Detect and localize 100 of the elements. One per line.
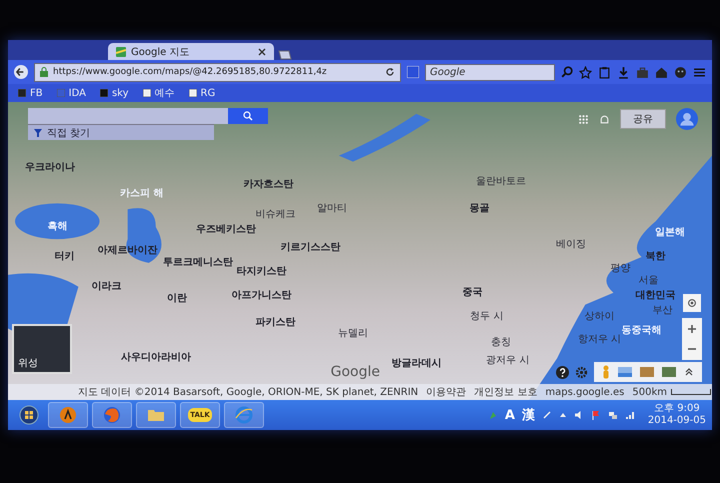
browser-tab[interactable]: Google 지도	[108, 43, 274, 60]
country-label: 우크라이나	[25, 162, 76, 173]
city-label: 청두 시	[470, 312, 504, 322]
city-label: 항저우 시	[578, 335, 621, 346]
bookmark[interactable]: IDA	[56, 88, 86, 98]
start-orb-icon	[19, 405, 39, 425]
tab-title: Google 지도	[131, 46, 190, 58]
country-label: 투르크메니스탄	[163, 258, 234, 268]
terms-link[interactable]: 이용약관	[426, 385, 466, 399]
country-label: 터키	[54, 252, 74, 262]
bookmark-icon	[188, 89, 197, 97]
lock-icon	[40, 67, 48, 77]
caret-icon[interactable]	[558, 411, 567, 419]
clipboard-icon[interactable]	[598, 66, 611, 78]
city-label: 베이징	[556, 240, 586, 250]
city-label: 충칭	[490, 338, 511, 348]
photo-thumbnail-icon[interactable]	[662, 367, 676, 377]
scale-bar-icon	[671, 389, 711, 395]
signal-icon[interactable]	[624, 410, 635, 420]
city-label: 비슈케크	[256, 210, 296, 220]
country-label: 타지키스탄	[236, 266, 286, 277]
google-logo: Google	[330, 364, 380, 380]
taskbar-button[interactable]	[92, 402, 132, 428]
bookmark[interactable]: 예수	[142, 86, 175, 100]
country-label: 방글라데시	[391, 359, 442, 370]
sea-label: 카스피 해	[120, 189, 164, 200]
reload-icon[interactable]	[385, 67, 395, 77]
search-button[interactable]	[228, 108, 268, 124]
apps-grid-icon[interactable]	[578, 114, 589, 124]
filter-icon	[34, 128, 42, 136]
country-label: 아제르바이잔	[98, 246, 158, 256]
city-label: 알마티	[316, 204, 347, 214]
city-label: 상하이	[584, 312, 614, 322]
domain-link[interactable]: maps.google.es	[545, 386, 624, 398]
help-icon[interactable]	[556, 366, 569, 378]
new-tab-icon[interactable]	[278, 50, 292, 60]
circle-app-icon	[58, 405, 78, 425]
url-text: https://www.google.com/maps/@42.2695185,80.9722811,4z	[53, 67, 328, 77]
network-icon[interactable]	[608, 410, 618, 420]
city-label: 부산	[652, 306, 673, 316]
explore-link[interactable]: 직접 찾기	[28, 124, 214, 140]
map-search-field[interactable]	[28, 108, 228, 124]
country-label: 북한	[646, 252, 666, 262]
briefcase-icon[interactable]	[636, 66, 649, 78]
country-label: 대한민국	[636, 290, 676, 301]
bell-icon[interactable]	[599, 114, 610, 124]
city-label: 서울	[638, 276, 659, 286]
country-label: 이라크	[92, 282, 122, 292]
privacy-link[interactable]: 개인정보 보호	[474, 385, 538, 399]
city-label: 울란바토르	[476, 177, 526, 188]
country-label: 카자흐스탄	[243, 180, 294, 190]
ime-indicator[interactable]: A	[504, 408, 515, 422]
smiley-icon[interactable]	[674, 66, 687, 78]
search-icon[interactable]	[561, 66, 573, 78]
search-field[interactable]: Google	[425, 64, 555, 80]
city-label: 광저우 시	[486, 356, 530, 366]
plus-icon[interactable]	[687, 324, 697, 334]
pen-icon[interactable]	[542, 410, 552, 420]
country-label: 이란	[166, 294, 187, 304]
country-label: 키르기스스탄	[280, 243, 341, 254]
clock[interactable]: 오후 9:09 2014-09-05	[648, 403, 706, 427]
attribution-text: 지도 데이터 ©2014 Basarsoft, Google, ORION-ME, SK planet, ZENRIN	[78, 386, 418, 399]
bookmark[interactable]: RG	[188, 88, 216, 98]
bookmark[interactable]: sky	[100, 88, 129, 98]
terrain-thumbnail-icon[interactable]	[618, 367, 632, 377]
bookmark-icon	[18, 89, 26, 97]
satellite-thumbnail[interactable]: 위성	[12, 324, 72, 374]
zoom-control[interactable]	[682, 318, 702, 360]
country-label: 아프가니스탄	[231, 290, 292, 301]
bookmark[interactable]: FB	[18, 88, 43, 98]
country-label: 우즈베키스탄	[196, 225, 256, 236]
back-icon[interactable]	[14, 65, 28, 79]
download-icon[interactable]	[617, 66, 630, 78]
ime-indicator[interactable]: 漢	[522, 406, 535, 424]
menu-icon[interactable]	[693, 66, 706, 78]
search-engine-icon[interactable]	[407, 66, 419, 78]
bookmark-icon	[56, 89, 65, 97]
country-label: 몽골	[470, 204, 490, 214]
taskbar-button[interactable]	[48, 402, 88, 428]
sea-label: 흑해	[47, 222, 68, 232]
close-icon[interactable]	[258, 48, 266, 56]
chevron-up-icon[interactable]	[684, 367, 694, 377]
country-label: 사우디아라비아	[120, 353, 191, 364]
avatar-icon[interactable]	[676, 108, 698, 130]
sea-label: 동중국해	[622, 326, 662, 336]
country-label: 파키스탄	[256, 318, 296, 328]
settings-icon[interactable]	[575, 366, 588, 378]
share-button[interactable]: 공유	[620, 109, 666, 129]
address-bar[interactable]: https://www.google.com/maps/@42.2695185,80.9722811,4z	[34, 62, 401, 82]
scale-label: 500km	[632, 386, 667, 398]
fox-globe-icon	[102, 405, 122, 425]
bookmark-icon	[100, 89, 108, 97]
satellite-thumbnail-icon[interactable]	[640, 367, 654, 377]
star-icon[interactable]	[579, 66, 592, 78]
e-globe-icon	[234, 405, 254, 425]
home-icon[interactable]	[655, 66, 668, 78]
sea-label: 일본해	[654, 228, 685, 238]
country-label: 중국	[462, 288, 483, 298]
locate-icon[interactable]	[683, 294, 701, 312]
bookmark-icon	[142, 89, 151, 97]
